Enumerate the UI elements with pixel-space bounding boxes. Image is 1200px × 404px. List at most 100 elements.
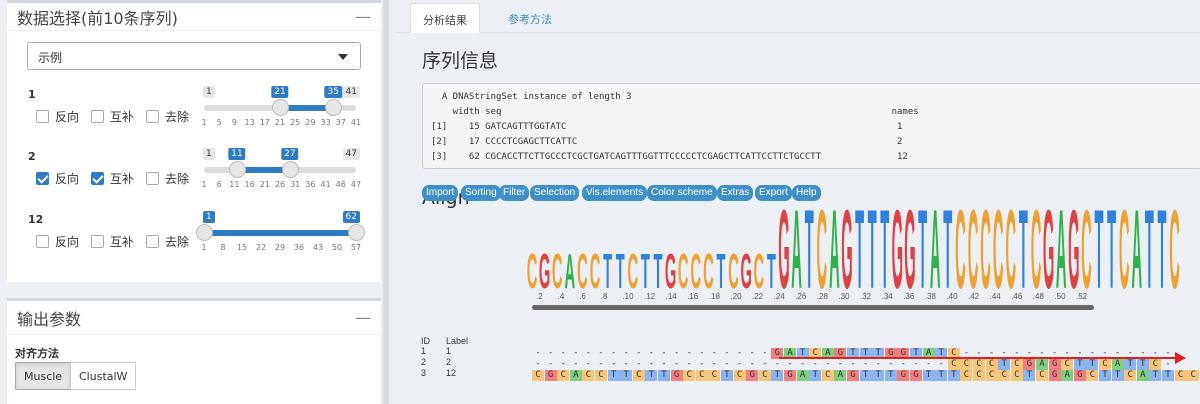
clustalw-button[interactable]: ClustalW bbox=[70, 362, 137, 390]
slider-handle[interactable] bbox=[281, 161, 299, 178]
range-slider[interactable]: 1621621815222936435057 bbox=[196, 211, 365, 255]
alignment-cell: A bbox=[1036, 359, 1048, 370]
alignment-cell: - bbox=[774, 359, 781, 369]
tab-bar: 分析结果 参考方法 bbox=[396, 0, 1200, 33]
slider-handle[interactable] bbox=[348, 224, 365, 241]
slider-handle[interactable] bbox=[229, 161, 247, 178]
alignment-cell: - bbox=[585, 348, 592, 358]
range-slider[interactable]: 1 41 21 35 1 5 9 13 17 21 25 29 33 37 41 bbox=[200, 86, 361, 130]
logo-letter: T bbox=[1019, 204, 1028, 290]
alignment-cell: - bbox=[724, 348, 730, 358]
complement-checkbox[interactable]: 互补 bbox=[91, 108, 134, 125]
alignment-cell: T bbox=[809, 370, 822, 381]
minus-icon[interactable]: — bbox=[355, 7, 371, 26]
ruler-label: .32 bbox=[860, 292, 872, 301]
alignment-cell: C bbox=[595, 370, 607, 381]
checkbox-box[interactable] bbox=[146, 110, 159, 123]
range-slider[interactable]: 1 47 11 27 1 6 11 16 21 26 31 36 41 46 47 bbox=[200, 148, 361, 192]
minus-icon[interactable]: — bbox=[355, 308, 371, 327]
logo-letter: A bbox=[930, 204, 941, 290]
ruler-label: .30 bbox=[838, 292, 850, 301]
slider-handle[interactable] bbox=[196, 224, 213, 241]
reverse-checkbox[interactable]: 反向 bbox=[36, 233, 79, 250]
checkbox-box[interactable] bbox=[36, 172, 49, 185]
menu-button-vis-elements[interactable]: Vis.elements bbox=[582, 185, 648, 201]
logo-letter: G bbox=[539, 243, 550, 290]
alignment-cell: C bbox=[733, 370, 746, 381]
complement-checkbox[interactable]: 互补 bbox=[91, 170, 134, 187]
arrow-right-icon bbox=[1175, 352, 1186, 364]
logo-letter: C bbox=[1169, 204, 1180, 290]
alignment-cell: - bbox=[736, 348, 743, 358]
alignment-cell: T bbox=[859, 370, 872, 381]
alignment-cell: - bbox=[913, 359, 919, 369]
remove-checkbox[interactable]: 去除 bbox=[146, 233, 189, 250]
menu-button-selection[interactable]: Selection bbox=[530, 185, 580, 201]
menu-button-sorting[interactable]: Sorting bbox=[461, 185, 501, 201]
alignment-cell: - bbox=[623, 348, 629, 358]
alignment-cell: - bbox=[888, 359, 894, 369]
menu-button-export[interactable]: Export bbox=[755, 185, 792, 201]
reverse-checkbox[interactable]: 反向 bbox=[36, 170, 79, 187]
logo-letter: T bbox=[1145, 204, 1154, 290]
seq-info-line: A DNAStringSet instance of length 3 bbox=[431, 92, 632, 102]
alignment-cell: C bbox=[1010, 370, 1023, 381]
seq-info-line: [3] 62 CGCACCTTCTTGCCCTCGCTGATCAGTTTGGTT… bbox=[431, 152, 908, 162]
alignment-cell: - bbox=[686, 348, 692, 358]
row-id: 1 bbox=[421, 346, 427, 356]
alignment-cell: C bbox=[821, 370, 834, 381]
logo-letter: C bbox=[816, 204, 827, 290]
alignment-cell: T bbox=[947, 370, 960, 381]
menu-button-color-scheme[interactable]: Color scheme bbox=[647, 185, 717, 201]
logo-letter: T bbox=[918, 204, 927, 290]
ruler-label: .4 bbox=[557, 292, 565, 301]
checkbox-label: 反向 bbox=[55, 172, 80, 186]
muscle-button[interactable]: Muscle bbox=[15, 362, 72, 390]
dataset-select[interactable]: 示例 bbox=[27, 42, 361, 70]
caret-down-icon bbox=[338, 54, 348, 60]
menu-button-import[interactable]: Import bbox=[422, 185, 459, 201]
slider-handle[interactable] bbox=[325, 99, 343, 116]
alignment-cell: - bbox=[900, 359, 907, 369]
checkbox-box[interactable] bbox=[146, 235, 159, 248]
remove-checkbox[interactable]: 去除 bbox=[146, 108, 189, 125]
reverse-checkbox[interactable]: 反向 bbox=[36, 108, 79, 125]
alignment-cell: T bbox=[1111, 370, 1124, 381]
tab-references[interactable]: 参考方法 bbox=[496, 3, 564, 33]
slider-tick-label: 25 bbox=[290, 118, 301, 127]
alignment-cell: C bbox=[1174, 370, 1187, 381]
remove-checkbox[interactable]: 去除 bbox=[146, 170, 189, 187]
menu-button-extras[interactable]: Extras bbox=[717, 185, 754, 201]
logo-letter: C bbox=[1081, 204, 1092, 290]
select-value: 示例 bbox=[38, 51, 63, 65]
alignment-cell: T bbox=[721, 370, 733, 381]
panel-title: 输出参数 bbox=[17, 309, 82, 329]
checkbox-label: 反向 bbox=[55, 110, 80, 124]
tab-results[interactable]: 分析结果 bbox=[410, 3, 480, 33]
checkbox-label: 去除 bbox=[165, 235, 190, 249]
sequence-logo: CGCACCTTCTTGCCCTCGCTGATCAGTTTGGTATCCCCCT… bbox=[527, 204, 1180, 290]
ruler-label: .36 bbox=[903, 292, 915, 301]
alignment-cell: T bbox=[884, 370, 897, 381]
checkbox-box[interactable] bbox=[91, 172, 104, 185]
logo-letter: C bbox=[577, 243, 588, 290]
alignment-cell: - bbox=[535, 348, 541, 358]
complement-checkbox[interactable]: 互补 bbox=[91, 233, 134, 250]
logo-letter: T bbox=[1158, 204, 1167, 290]
menu-button-filter[interactable]: Filter bbox=[499, 185, 530, 201]
checkbox-box[interactable] bbox=[91, 110, 104, 123]
checkbox-box[interactable] bbox=[91, 235, 104, 248]
alignment-cell: - bbox=[749, 348, 755, 358]
ruler-label: .52 bbox=[1076, 292, 1088, 301]
scroll-divider[interactable] bbox=[383, 0, 389, 404]
checkbox-box[interactable] bbox=[36, 110, 49, 123]
alignment-cell: T bbox=[1099, 370, 1111, 381]
slider-handle[interactable] bbox=[272, 99, 289, 116]
alignment-scrollbar[interactable] bbox=[532, 305, 1094, 310]
alignment-cell: - bbox=[585, 359, 592, 369]
slider-tick-label: 46 bbox=[335, 180, 346, 189]
ruler-label: .8 bbox=[600, 292, 608, 301]
menu-button-help[interactable]: Help bbox=[792, 185, 821, 201]
checkbox-box[interactable] bbox=[146, 172, 159, 185]
checkbox-box[interactable] bbox=[36, 235, 49, 248]
